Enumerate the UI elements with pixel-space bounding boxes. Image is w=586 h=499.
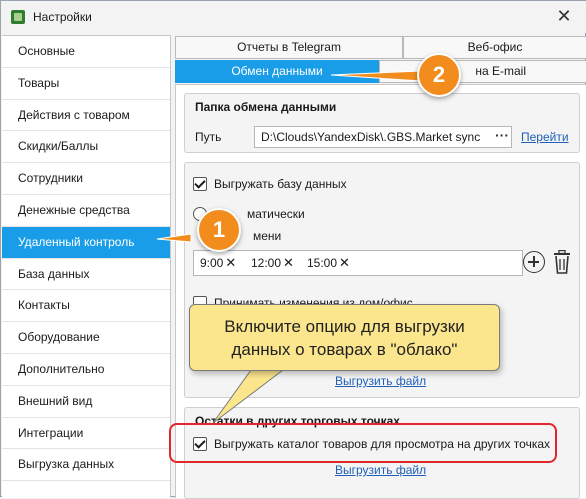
radio-automatic-label: матически — [247, 207, 305, 221]
tab-email-label: на E-mail — [475, 64, 526, 78]
app-icon — [11, 10, 25, 24]
browse-button[interactable]: ··· — [492, 128, 512, 146]
sidebar-item-discounts[interactable]: Скидки/Баллы — [2, 131, 170, 164]
sidebar-item-contacts[interactable]: Контакты — [2, 290, 170, 323]
sidebar-item-appearance[interactable]: Внешний вид — [2, 386, 170, 418]
sidebar-item-remote-control[interactable]: Удаленный контроль — [2, 226, 170, 259]
hint-line-2: данных о товарах в "облако" — [231, 340, 458, 359]
sidebar: Основные Товары Действия с товаром Скидк… — [2, 35, 171, 498]
remove-icon[interactable]: ✕ — [339, 255, 350, 270]
hint-line-1: Включите опцию для выгрузки — [224, 317, 465, 336]
time-chip[interactable]: 9:00 ✕ — [200, 255, 236, 271]
tab-telegram[interactable]: Отчеты в Telegram — [175, 36, 403, 59]
sidebar-item-money[interactable]: Денежные средства — [2, 195, 170, 227]
sidebar-item-goods[interactable]: Товары — [2, 68, 170, 100]
remove-icon[interactable]: ✕ — [283, 255, 294, 270]
step-badge-2: 2 — [417, 53, 461, 97]
window-title: Настройки — [33, 10, 92, 24]
time-chip-label: 9:00 — [200, 256, 224, 270]
upload-db-checkbox[interactable] — [193, 177, 207, 191]
exchange-folder-group: Папка обмена данными Путь D:\Clouds\Yand… — [184, 93, 580, 153]
sidebar-item-data-export[interactable]: Выгрузка данных — [2, 449, 170, 482]
tab-email-reports[interactable]: на E-mail — [379, 60, 586, 83]
radio-by-time-label: мени — [253, 229, 282, 243]
times-list[interactable]: 9:00 ✕ 12:00 ✕ 15:00 ✕ — [193, 250, 523, 276]
upload-db-link[interactable]: Выгрузить файл — [335, 374, 426, 388]
step-badge-1: 1 — [197, 208, 241, 252]
time-chip-label: 12:00 — [251, 256, 282, 270]
tab-data-exchange[interactable]: Обмен данными — [175, 60, 379, 83]
time-chip[interactable]: 12:00 ✕ — [251, 255, 294, 271]
sidebar-item-equipment[interactable]: Оборудование — [2, 322, 170, 354]
highlight-frame — [169, 423, 557, 463]
sidebar-item-employees[interactable]: Сотрудники — [2, 163, 170, 195]
time-chip[interactable]: 15:00 ✕ — [307, 255, 350, 271]
hint-tooltip: Включите опцию для выгрузки данных о тов… — [189, 304, 500, 371]
open-folder-link[interactable]: Перейти — [521, 130, 569, 144]
sidebar-item-integrations[interactable]: Интеграции — [2, 418, 170, 450]
add-time-button[interactable] — [523, 251, 545, 273]
sidebar-item-additional[interactable]: Дополнительно — [2, 354, 170, 386]
stock-upload-link[interactable]: Выгрузить файл — [335, 463, 426, 477]
time-chip-label: 15:00 — [307, 256, 338, 270]
close-icon: ✕ — [556, 6, 572, 26]
upload-db-label: Выгружать базу данных — [214, 177, 347, 191]
path-label: Путь — [195, 130, 222, 144]
title-bar: Настройки ✕ — [1, 1, 586, 33]
exchange-folder-title: Папка обмена данными — [195, 100, 337, 114]
trash-icon[interactable] — [551, 250, 573, 274]
close-button[interactable]: ✕ — [541, 1, 586, 32]
remove-icon[interactable]: ✕ — [225, 255, 236, 270]
sidebar-item-main[interactable]: Основные — [2, 36, 170, 68]
settings-window: Настройки ✕ Основные Товары Действия с т… — [0, 0, 586, 499]
sidebar-item-goods-actions[interactable]: Действия с товаром — [2, 100, 170, 132]
path-input[interactable]: D:\Clouds\YandexDisk\.GBS.Market sync — [254, 126, 512, 148]
sidebar-item-database[interactable]: База данных — [2, 259, 170, 291]
